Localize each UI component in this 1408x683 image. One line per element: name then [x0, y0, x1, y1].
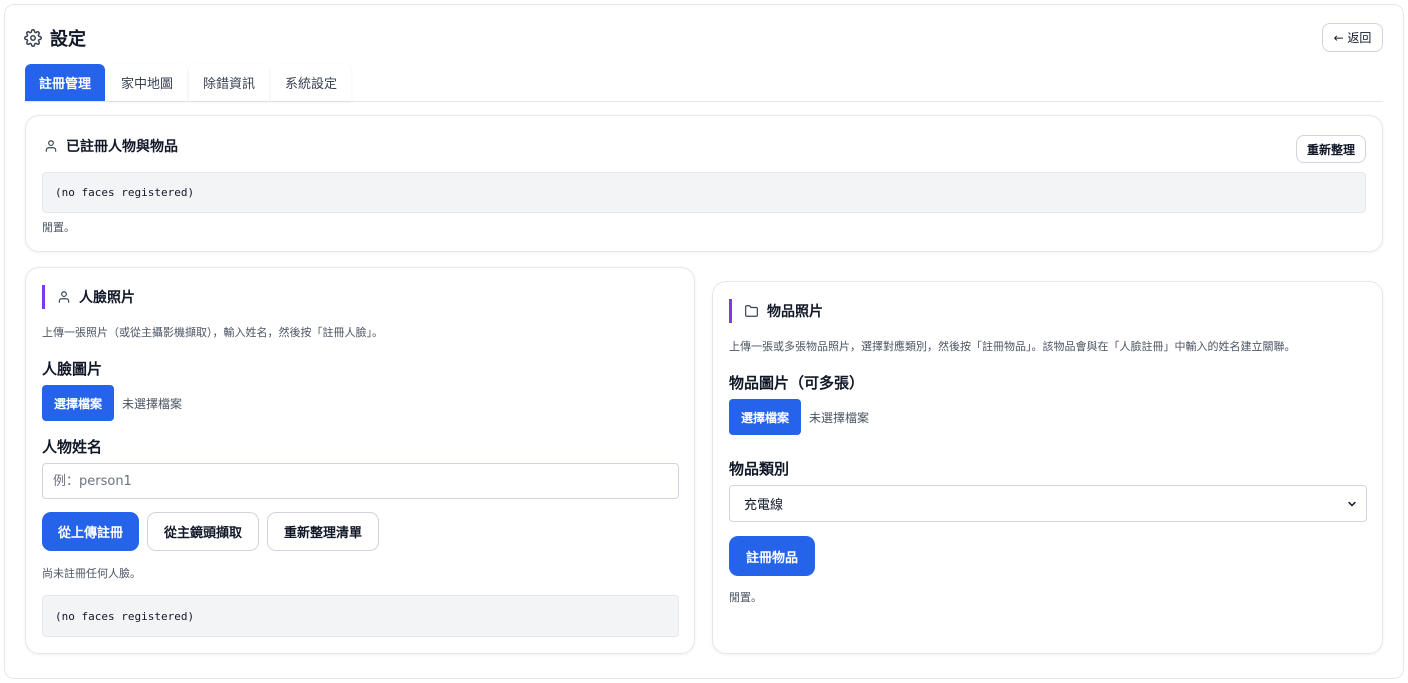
refresh-list-button[interactable]: 重新整理清單: [267, 512, 380, 551]
gear-icon: [24, 29, 42, 47]
page-title: 設定: [50, 29, 86, 50]
face-description: 上傳一張照片（或從主攝影機擷取），輸入姓名，然後按「註冊人臉」。: [42, 326, 383, 339]
page-header: 設定: [24, 24, 86, 52]
item-category-select[interactable]: 充電線: [729, 485, 1367, 522]
face-file-status: 未選擇檔案: [122, 396, 183, 411]
tab-registration[interactable]: 註冊管理: [25, 64, 106, 101]
item-file-status: 未選擇檔案: [809, 410, 870, 425]
item-choose-file-button[interactable]: 選擇檔案: [729, 399, 802, 435]
capture-from-camera-button[interactable]: 從主鏡頭擷取: [147, 512, 260, 551]
person-icon: [44, 139, 58, 153]
face-title-text: 人臉照片: [79, 290, 135, 306]
face-actions: 從上傳註冊 從主鏡頭擷取 重新整理清單: [42, 512, 380, 551]
face-choose-file-button[interactable]: 選擇檔案: [42, 385, 115, 421]
registered-list: (no faces registered): [42, 172, 1366, 213]
registered-title-text: 已註冊人物與物品: [66, 139, 178, 155]
item-category-value: 充電線: [744, 498, 784, 513]
tab-home-map[interactable]: 家中地圖: [107, 64, 188, 101]
tab-system-settings[interactable]: 系統設定: [271, 64, 352, 101]
item-actions: 註冊物品: [729, 536, 816, 576]
tab-bar: 註冊管理 家中地圖 除錯資訊 系統設定: [25, 64, 1383, 102]
face-status: 尚未註冊任何人臉。: [42, 567, 141, 580]
face-card: 人臉照片 上傳一張照片（或從主攝影機擷取），輸入姓名，然後按「註冊人臉」。 人臉…: [25, 267, 695, 654]
item-card-title: 物品照片: [729, 299, 823, 323]
face-card-title: 人臉照片: [42, 285, 135, 309]
person-icon: [57, 290, 71, 304]
tab-debug-info[interactable]: 除錯資訊: [189, 64, 270, 101]
person-name-input[interactable]: [42, 463, 679, 499]
chevron-down-icon: [1346, 498, 1358, 510]
item-status: 閒置。: [729, 591, 762, 604]
registered-status: 閒置。: [42, 221, 75, 234]
item-card: 物品照片 上傳一張或多張物品照片，選擇對應類別，然後按「註冊物品」。該物品會與在…: [712, 281, 1383, 654]
register-from-upload-button[interactable]: 從上傳註冊: [42, 512, 140, 551]
item-category-label: 物品類別: [729, 460, 790, 478]
back-button[interactable]: ← 返回: [1322, 23, 1383, 52]
item-image-label: 物品圖片（可多張）: [729, 374, 865, 392]
person-name-label: 人物姓名: [42, 438, 103, 456]
face-image-label: 人臉圖片: [42, 360, 103, 378]
face-list: (no faces registered): [42, 595, 679, 637]
item-description: 上傳一張或多張物品照片，選擇對應類別，然後按「註冊物品」。該物品會與在「人臉註冊…: [729, 340, 1296, 353]
refresh-button[interactable]: 重新整理: [1295, 135, 1366, 163]
register-item-button[interactable]: 註冊物品: [729, 536, 816, 576]
item-file-picker: 選擇檔案 未選擇檔案: [729, 399, 869, 435]
registered-card-title: 已註冊人物與物品: [44, 136, 178, 156]
folder-icon: [744, 304, 759, 318]
face-file-picker: 選擇檔案 未選擇檔案: [42, 385, 182, 421]
item-title-text: 物品照片: [767, 304, 823, 320]
registered-card: 已註冊人物與物品 重新整理 (no faces registered) 閒置。: [25, 115, 1383, 252]
